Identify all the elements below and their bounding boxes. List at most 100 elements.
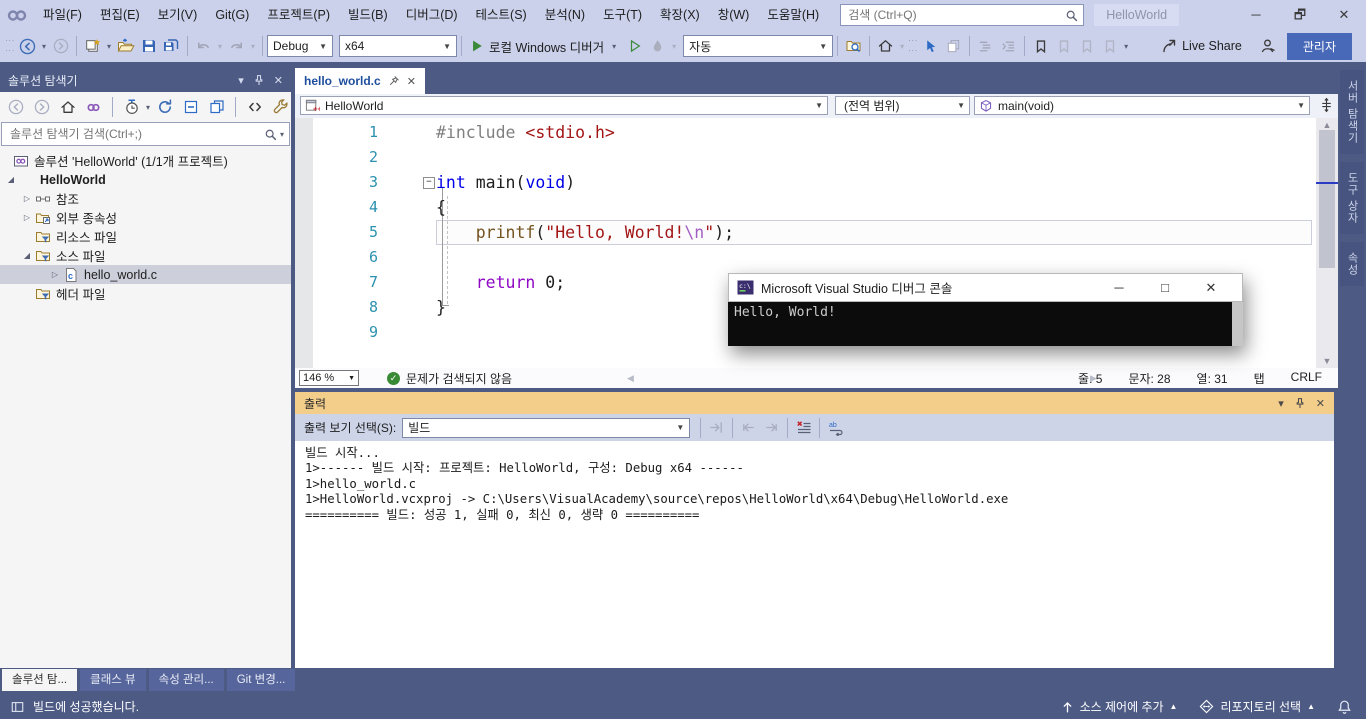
toolbar-overflow[interactable]: ▾ — [1121, 42, 1131, 51]
console-output-area[interactable]: Hello, World! — [728, 302, 1243, 346]
tree-item[interactable]: ▷참조 — [0, 189, 291, 208]
panel-tab-0[interactable]: 솔루션 탐... — [2, 669, 77, 691]
close-icon[interactable]: ✕ — [1316, 397, 1325, 410]
start-debugging-button[interactable]: 로컬 Windows 디버거 ▾ — [470, 37, 619, 56]
filter-dropdown[interactable]: ▾ — [146, 103, 150, 112]
home-sync-button[interactable] — [874, 34, 897, 58]
menu-item-6[interactable]: 디버그(D) — [397, 0, 467, 30]
tree-item[interactable]: 헤더 파일 — [0, 284, 291, 303]
tree-item[interactable]: 리소스 파일 — [0, 227, 291, 246]
pin-icon[interactable] — [1294, 397, 1306, 410]
indent-increase-button[interactable] — [997, 34, 1020, 58]
menu-item-11[interactable]: 창(W) — [709, 0, 759, 30]
pin-icon[interactable] — [253, 74, 265, 87]
pin-tab-icon[interactable] — [388, 75, 400, 87]
menu-item-8[interactable]: 분석(N) — [536, 0, 594, 30]
debug-console-window[interactable]: c:\ Microsoft Visual Studio 디버그 콘솔 ─ □ ✕… — [728, 273, 1243, 346]
find-in-files-button[interactable] — [842, 34, 865, 58]
navigate-back-button[interactable] — [16, 34, 39, 58]
feedback-button[interactable] — [1256, 34, 1279, 58]
select-repository-button[interactable]: 리포지토리 선택 ▲ — [1199, 698, 1315, 715]
nav-scope-combo[interactable]: (전역 범위)▼ — [835, 96, 970, 115]
tree-item[interactable]: ◢소스 파일 — [0, 246, 291, 265]
goto-message-button[interactable] — [705, 416, 728, 440]
run-to-cursor-button[interactable] — [919, 34, 942, 58]
window-position-icon[interactable]: ▾ — [238, 74, 244, 87]
se-forward-button[interactable] — [30, 95, 53, 119]
open-file-button[interactable] — [114, 34, 137, 58]
hot-reload-mode-combo[interactable]: 자동▼ — [683, 35, 833, 57]
solution-explorer-search-input[interactable] — [8, 126, 264, 142]
redo-button[interactable] — [225, 34, 248, 58]
menu-item-0[interactable]: 파일(F) — [34, 0, 91, 30]
new-project-dropdown[interactable]: ▾ — [104, 42, 114, 51]
admin-badge[interactable]: 관리자 — [1287, 33, 1352, 60]
close-button[interactable]: ✕ — [1322, 0, 1366, 30]
quick-search-input[interactable] — [846, 7, 1065, 23]
indent-decrease-button[interactable] — [974, 34, 997, 58]
right-tab-2[interactable]: 속성 — [1340, 242, 1364, 286]
tree-expander-icon[interactable]: ◢ — [4, 175, 18, 184]
window-position-icon[interactable]: ▾ — [1278, 397, 1284, 410]
undo-dropdown[interactable]: ▾ — [215, 42, 225, 51]
se-home-button[interactable] — [56, 95, 79, 119]
platform-combo[interactable]: x64▼ — [339, 35, 457, 57]
console-minimize-button[interactable]: ─ — [1096, 280, 1142, 296]
navigate-back-dropdown[interactable]: ▾ — [39, 42, 49, 51]
menu-item-2[interactable]: 보기(V) — [149, 0, 207, 30]
solution-explorer-header[interactable]: 솔루션 탐색기 ▾ ✕ — [0, 68, 291, 92]
fold-collapse-box[interactable]: − — [423, 177, 435, 189]
menu-item-9[interactable]: 도구(T) — [594, 0, 651, 30]
menu-item-1[interactable]: 편집(E) — [91, 0, 149, 30]
properties-wrench-button[interactable] — [269, 95, 292, 119]
restore-button[interactable]: 🗗 — [1278, 0, 1322, 30]
scroll-down-arrow[interactable]: ▼ — [1316, 356, 1338, 366]
console-maximize-button[interactable]: □ — [1142, 280, 1188, 296]
console-scrollbar[interactable] — [1232, 302, 1243, 346]
console-close-button[interactable]: ✕ — [1188, 280, 1234, 296]
close-icon[interactable]: ✕ — [274, 74, 283, 87]
split-editor-icon[interactable] — [1319, 97, 1334, 113]
add-to-source-control-button[interactable]: 소스 제어에 추가 ▲ — [1061, 698, 1178, 715]
menu-item-3[interactable]: Git(G) — [206, 0, 258, 30]
next-bookmark-button[interactable] — [1075, 34, 1098, 58]
document-health-indicator[interactable]: ✓ 문제가 검색되지 않음 — [387, 370, 512, 387]
close-tab-icon[interactable]: ✕ — [407, 75, 416, 88]
editor-tab-hello-world[interactable]: hello_world.c ✕ — [295, 68, 425, 94]
live-share-button[interactable]: Live Share — [1161, 38, 1242, 54]
pending-changes-filter-button[interactable] — [120, 95, 143, 119]
menu-item-10[interactable]: 확장(X) — [651, 0, 709, 30]
scroll-up-arrow[interactable]: ▲ — [1316, 120, 1338, 130]
word-wrap-button[interactable]: ab — [824, 416, 847, 440]
tree-expander-icon[interactable]: ▷ — [20, 194, 34, 203]
panel-tab-2[interactable]: 속성 관리... — [149, 669, 224, 691]
hscroll-left-arrow[interactable]: ◀ — [627, 373, 634, 384]
search-options-dropdown[interactable]: ▾ — [277, 130, 287, 139]
tree-item[interactable]: 솔루션 'HelloWorld' (1/1개 프로젝트) — [0, 151, 291, 170]
minimize-button[interactable]: ─ — [1234, 0, 1278, 30]
navigate-forward-button[interactable] — [49, 34, 72, 58]
tree-item[interactable]: ◢HelloWorld — [0, 170, 291, 189]
start-without-debugging-button[interactable] — [623, 34, 646, 58]
menu-item-4[interactable]: 프로젝트(P) — [258, 0, 339, 30]
tree-item[interactable]: ▷chello_world.c — [0, 265, 291, 284]
nav-project-combo[interactable]: ++ HelloWorld▼ — [300, 96, 828, 115]
clear-bookmarks-button[interactable] — [1098, 34, 1121, 58]
menu-item-5[interactable]: 빌드(B) — [339, 0, 397, 30]
properties-button[interactable] — [205, 95, 228, 119]
switch-views-button[interactable] — [82, 95, 105, 119]
console-title-bar[interactable]: c:\ Microsoft Visual Studio 디버그 콘솔 ─ □ ✕ — [728, 273, 1243, 302]
configuration-combo[interactable]: Debug▼ — [267, 35, 333, 57]
panel-tab-3[interactable]: Git 변경... — [227, 669, 296, 691]
refresh-button[interactable] — [153, 95, 176, 119]
scrollbar-thumb[interactable] — [1319, 130, 1335, 268]
tree-expander-icon[interactable]: ▷ — [20, 213, 34, 222]
view-code-button[interactable] — [243, 95, 266, 119]
undo-button[interactable] — [192, 34, 215, 58]
output-view-combo[interactable]: 빌드▼ — [402, 418, 690, 438]
editor-vertical-scrollbar[interactable]: ▲ ▼ — [1316, 118, 1338, 368]
tree-expander-icon[interactable]: ◢ — [20, 251, 34, 260]
menu-item-12[interactable]: 도움말(H) — [758, 0, 828, 30]
save-all-button[interactable] — [160, 34, 183, 58]
copy-parent-button[interactable] — [942, 34, 965, 58]
